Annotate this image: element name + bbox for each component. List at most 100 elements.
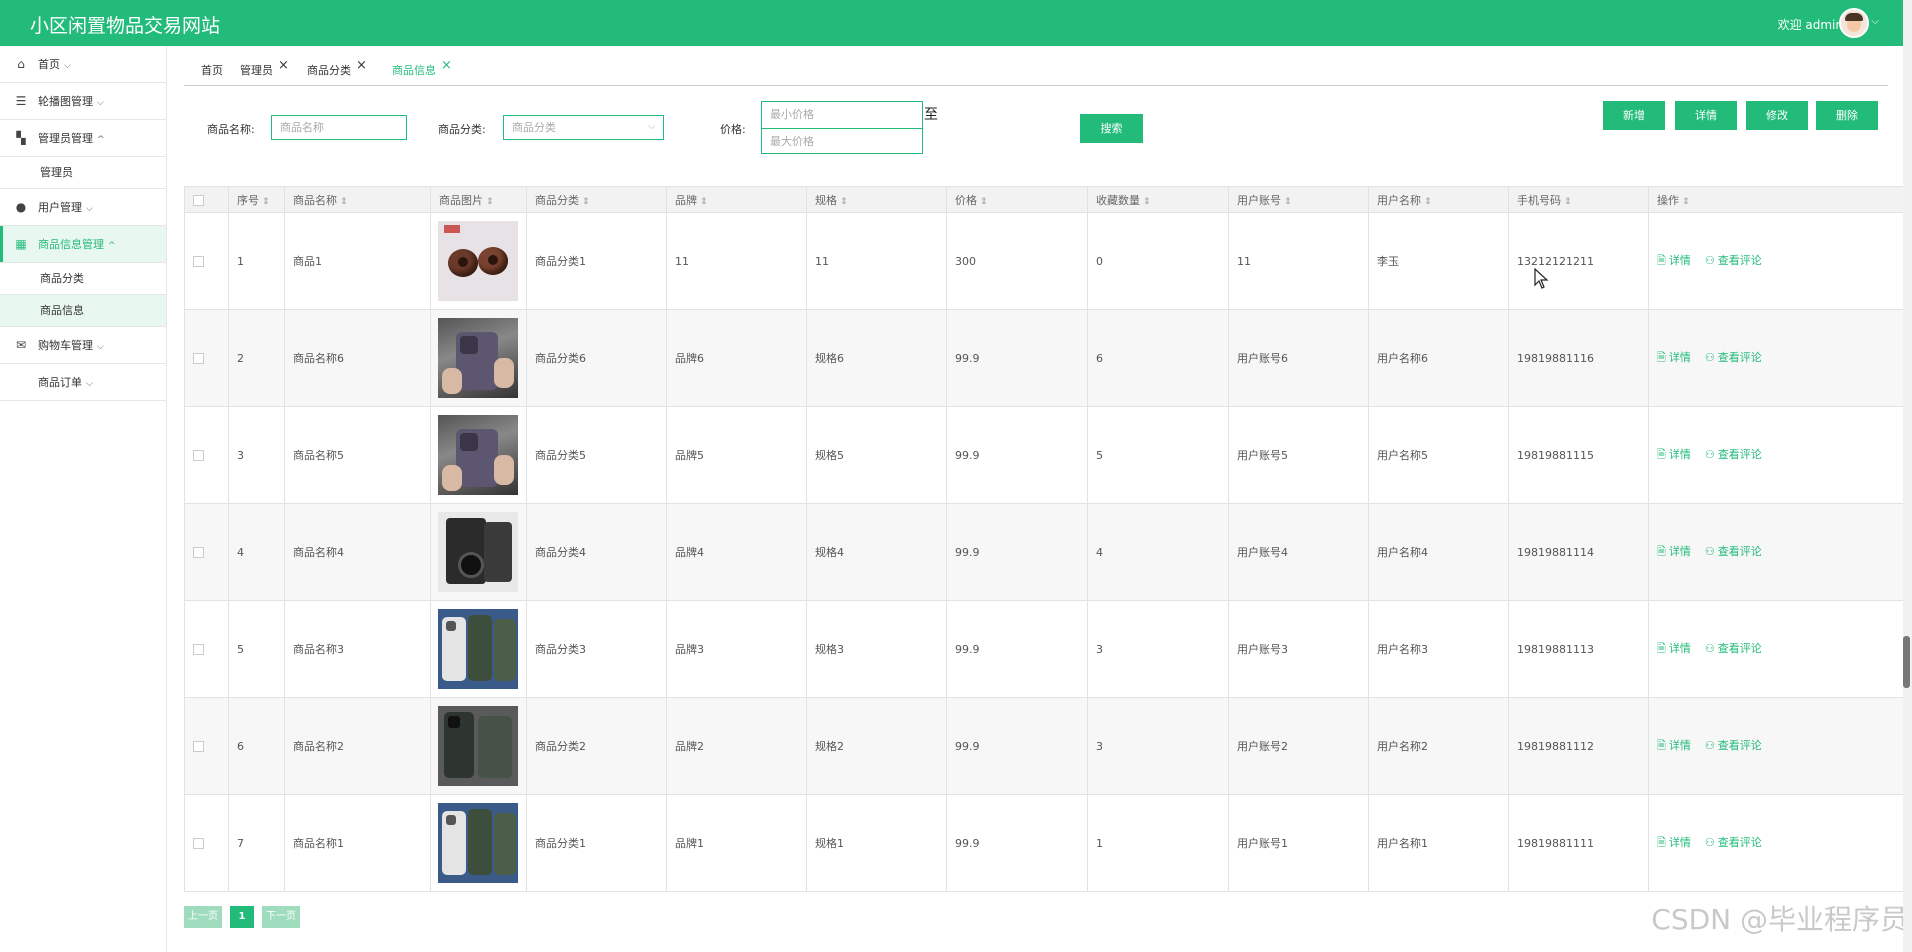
- table-row[interactable]: 4 商品名称4 商品分类4 品牌4 规格4 99.9 4 用户账号4 用户名称4 19819881…: [184, 503, 1912, 601]
- category-select[interactable]: 商品分类 ⌵: [503, 115, 664, 140]
- table-row[interactable]: 1 商品1 商品分类1 11 11 300 0 11 李玉 13212121211 🗎 详情 ⚇ 查看评论: [184, 212, 1912, 310]
- search-button[interactable]: 搜索: [1080, 114, 1143, 143]
- product-image[interactable]: [438, 803, 518, 883]
- product-image[interactable]: [438, 512, 518, 592]
- scrollbar[interactable]: [1903, 0, 1912, 952]
- row-comments-link[interactable]: ⚇ 查看评论: [1705, 642, 1762, 655]
- delete-button[interactable]: 删除: [1816, 101, 1878, 130]
- tab-goods-info[interactable]: 商品信息 ×: [392, 58, 452, 78]
- product-image[interactable]: [438, 706, 518, 786]
- product-image[interactable]: [438, 318, 518, 398]
- select-all-checkbox[interactable]: [193, 194, 204, 206]
- tab-home[interactable]: 首页: [201, 62, 223, 78]
- row-detail-link[interactable]: 🗎 详情: [1657, 448, 1691, 461]
- detail-button[interactable]: 详情: [1675, 101, 1737, 130]
- sort-icon[interactable]: ⇕: [1284, 197, 1292, 207]
- name-search-input[interactable]: 商品名称: [271, 115, 407, 140]
- table-row[interactable]: 7 商品名称1 商品分类1 品牌1 规格1 99.9 1 用户账号1 用户名称1 19819881…: [184, 794, 1912, 892]
- row-detail-link[interactable]: 🗎 详情: [1657, 836, 1691, 849]
- sidebar-subitem-admin[interactable]: 管理员: [0, 157, 166, 189]
- row-checkbox[interactable]: [193, 838, 204, 849]
- table-row[interactable]: 5 商品名称3 商品分类3 品牌3 规格3 99.9 3 用户账号3 用户名称3 19819881…: [184, 600, 1912, 698]
- chevron-down-icon[interactable]: ⌵: [1871, 16, 1879, 27]
- sidebar-item-user-manage[interactable]: ● 用户管理 ⌵: [0, 189, 166, 226]
- edit-button[interactable]: 修改: [1746, 101, 1808, 130]
- row-comments-link[interactable]: ⚇ 查看评论: [1705, 545, 1762, 558]
- product-image[interactable]: [438, 415, 518, 495]
- row-detail-link[interactable]: 🗎 详情: [1657, 545, 1691, 558]
- scrollbar-thumb[interactable]: [1903, 636, 1910, 688]
- row-select-cell[interactable]: [184, 697, 229, 795]
- tab-goods-category[interactable]: 商品分类 ×: [307, 58, 367, 78]
- row-comments-link[interactable]: ⚇ 查看评论: [1705, 739, 1762, 752]
- row-checkbox[interactable]: [193, 741, 204, 752]
- col-header[interactable]: 价格 ⇕: [946, 186, 1088, 213]
- row-comments-link[interactable]: ⚇ 查看评论: [1705, 448, 1762, 461]
- table-row[interactable]: 6 商品名称2 商品分类2 品牌2 规格2 99.9 3 用户账号2 用户名称2 19819881…: [184, 697, 1912, 795]
- sort-icon[interactable]: ⇕: [1143, 197, 1151, 207]
- sort-icon[interactable]: ⇕: [840, 197, 848, 207]
- row-checkbox[interactable]: [193, 450, 204, 461]
- page-1-button[interactable]: 1: [230, 906, 254, 928]
- add-button[interactable]: 新增: [1603, 101, 1665, 130]
- sort-icon[interactable]: ⇕: [1424, 197, 1432, 207]
- prev-page-button[interactable]: 上一页: [184, 906, 222, 928]
- table-row[interactable]: 3 商品名称5 商品分类5 品牌5 规格5 99.9 5 用户账号5 用户名称5 19819881…: [184, 406, 1912, 504]
- col-header[interactable]: 商品图片 ⇕: [430, 186, 527, 213]
- row-checkbox[interactable]: [193, 353, 204, 364]
- close-icon[interactable]: ×: [278, 58, 289, 73]
- col-header[interactable]: 用户名称 ⇕: [1368, 186, 1509, 213]
- row-detail-link[interactable]: 🗎 详情: [1657, 351, 1691, 364]
- min-price-input[interactable]: 最小价格: [762, 102, 922, 128]
- table-row[interactable]: 2 商品名称6 商品分类6 品牌6 规格6 99.9 6 用户账号6 用户名称6 19819881…: [184, 309, 1912, 407]
- avatar[interactable]: [1839, 8, 1869, 38]
- tab-admin[interactable]: 管理员 ×: [240, 58, 289, 78]
- col-header[interactable]: 商品分类 ⇕: [526, 186, 667, 213]
- sidebar-item-cart-manage[interactable]: ✉ 购物车管理 ⌵: [0, 327, 166, 364]
- product-image[interactable]: [438, 221, 518, 301]
- sidebar-subitem-goods-category[interactable]: 商品分类: [0, 263, 166, 295]
- row-select-cell[interactable]: [184, 600, 229, 698]
- row-select-cell[interactable]: [184, 406, 229, 504]
- sidebar-item-orders[interactable]: 商品订单 ⌵: [0, 364, 166, 401]
- row-comments-link[interactable]: ⚇ 查看评论: [1705, 836, 1762, 849]
- row-comments-link[interactable]: ⚇ 查看评论: [1705, 254, 1762, 267]
- col-header[interactable]: 商品名称 ⇕: [284, 186, 431, 213]
- close-icon[interactable]: ×: [356, 58, 367, 73]
- row-select-cell[interactable]: [184, 309, 229, 407]
- product-image[interactable]: [438, 609, 518, 689]
- row-select-cell[interactable]: [184, 794, 229, 892]
- row-select-cell[interactable]: [184, 212, 229, 310]
- sort-icon[interactable]: ⇕: [700, 197, 708, 207]
- sort-icon[interactable]: ⇕: [582, 197, 590, 207]
- sidebar-subitem-goods-info[interactable]: 商品信息: [0, 295, 166, 327]
- col-header[interactable]: 规格 ⇕: [806, 186, 947, 213]
- sort-icon[interactable]: ⇕: [1564, 197, 1572, 207]
- max-price-input[interactable]: 最大价格: [762, 128, 922, 154]
- sidebar-item-goods-manage[interactable]: ▦ 商品信息管理 ^: [0, 226, 166, 263]
- row-detail-link[interactable]: 🗎 详情: [1657, 642, 1691, 655]
- sort-icon[interactable]: ⇕: [340, 197, 348, 207]
- row-checkbox[interactable]: [193, 644, 204, 655]
- col-header[interactable]: 序号 ⇕: [228, 186, 285, 213]
- sort-icon[interactable]: ⇕: [486, 197, 494, 207]
- row-detail-link[interactable]: 🗎 详情: [1657, 254, 1691, 267]
- row-detail-link[interactable]: 🗎 详情: [1657, 739, 1691, 752]
- row-checkbox[interactable]: [193, 256, 204, 267]
- col-header[interactable]: 收藏数量 ⇕: [1087, 186, 1229, 213]
- sidebar-item-home[interactable]: ⌂ 首页 ⌵: [0, 46, 166, 83]
- col-header[interactable]: 手机号码 ⇕: [1508, 186, 1649, 213]
- next-page-button[interactable]: 下一页: [262, 906, 300, 928]
- sort-icon[interactable]: ⇕: [1682, 197, 1690, 207]
- sidebar-item-admin-manage[interactable]: ▚ 管理员管理 ^: [0, 120, 166, 157]
- col-header[interactable]: 品牌 ⇕: [666, 186, 807, 213]
- row-select-cell[interactable]: [184, 503, 229, 601]
- close-icon[interactable]: ×: [441, 58, 452, 73]
- sort-icon[interactable]: ⇕: [262, 197, 270, 207]
- select-all-cell[interactable]: [184, 186, 229, 213]
- row-comments-link[interactable]: ⚇ 查看评论: [1705, 351, 1762, 364]
- sort-icon[interactable]: ⇕: [980, 197, 988, 207]
- sidebar-item-carousel[interactable]: ☰ 轮播图管理 ⌵: [0, 83, 166, 120]
- col-header[interactable]: 用户账号 ⇕: [1228, 186, 1369, 213]
- row-checkbox[interactable]: [193, 547, 204, 558]
